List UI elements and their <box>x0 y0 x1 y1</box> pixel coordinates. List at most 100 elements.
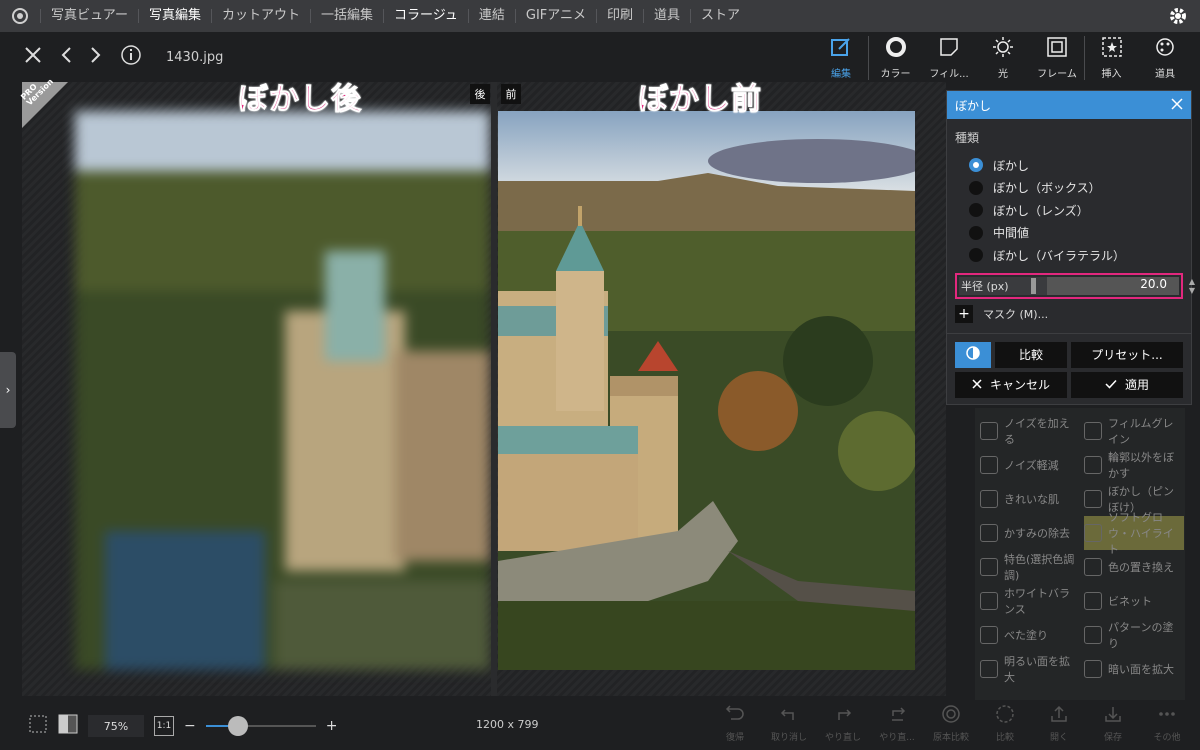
close-icon[interactable] <box>1171 97 1183 113</box>
close-icon[interactable] <box>24 46 42 68</box>
zoom-out-icon[interactable]: − <box>184 718 196 734</box>
apply-button[interactable]: 適用 <box>1071 371 1183 398</box>
cancel-button[interactable]: キャンセル <box>955 371 1067 398</box>
filter-item[interactable]: ノイズ軽減 <box>980 448 1080 482</box>
radio-box-blur[interactable]: ぼかし（ボックス） <box>955 177 1183 200</box>
original-compare-button[interactable]: 原本比較 <box>924 704 978 746</box>
app-nav-bar: 写真ビュアー 写真編集 カットアウト 一括編集 コラージュ 連結 GIFアニメ … <box>0 0 1200 32</box>
filter-item-icon <box>1084 558 1102 576</box>
light-icon <box>992 36 1014 61</box>
filter-item[interactable]: ノイズを加える <box>980 414 1080 448</box>
filter-item[interactable]: かすみの除去 <box>980 516 1080 550</box>
filter-item[interactable]: ビネット <box>1084 584 1184 618</box>
filter-item-icon <box>980 660 998 678</box>
save-button[interactable]: 保存 <box>1086 704 1140 746</box>
compare-divider[interactable] <box>491 82 497 696</box>
filter-item[interactable]: 輪郭以外をぼかす <box>1084 448 1184 482</box>
redo-all-icon <box>887 704 907 727</box>
radio-button[interactable] <box>969 248 983 263</box>
nav-photo-edit[interactable]: 写真編集 <box>137 9 211 23</box>
tool-tools[interactable]: 道具 <box>1138 36 1192 80</box>
filter-item[interactable]: ソフトグロウ・ハイライト <box>1084 511 1184 556</box>
nav-cutout[interactable]: カットアウト <box>210 9 310 23</box>
grid-icon[interactable] <box>28 714 48 738</box>
radio-button[interactable] <box>969 203 983 218</box>
image-dimensions: 1200 x 799 <box>476 718 539 731</box>
filter-item[interactable]: 特色(選択色調調) <box>980 550 1080 584</box>
radio-lens-blur[interactable]: ぼかし（レンズ） <box>955 199 1183 222</box>
nav-photo-viewer[interactable]: 写真ビュアー <box>40 9 138 23</box>
slider-thumb[interactable] <box>1031 277 1036 294</box>
filter-item[interactable]: 暗い面を拡大 <box>1084 652 1184 686</box>
filter-item[interactable]: きれいな肌 <box>980 482 1080 516</box>
zoom-slider[interactable] <box>205 716 316 736</box>
filter-item-icon <box>1084 660 1102 678</box>
chevron-right-icon[interactable] <box>90 46 102 68</box>
preset-button[interactable]: プリセット... <box>1071 341 1183 368</box>
nav-store[interactable]: ストア <box>690 9 750 23</box>
nav-tools[interactable]: 道具 <box>643 9 690 23</box>
radio-button[interactable] <box>969 180 983 195</box>
stepper-icon[interactable]: ▲ ▼ <box>1189 277 1195 295</box>
open-icon <box>1049 704 1069 727</box>
filter-item-icon <box>1084 626 1102 644</box>
info-icon[interactable] <box>120 44 142 70</box>
more-button[interactable]: その他 <box>1140 704 1194 746</box>
actual-size-button[interactable]: 1:1 <box>154 716 174 736</box>
gear-icon[interactable] <box>1168 6 1188 30</box>
caption-after: ぼかし後 <box>238 82 362 118</box>
redo-all-button[interactable]: やり直... <box>870 704 924 746</box>
radio-button[interactable] <box>969 158 983 173</box>
filter-item[interactable]: 色の置き換え <box>1084 550 1184 584</box>
undo-button[interactable]: 取り消し <box>762 704 816 746</box>
zoom-slider-knob[interactable] <box>227 716 248 736</box>
tool-light[interactable]: 光 <box>976 36 1030 80</box>
chevron-left-icon[interactable] <box>60 46 72 68</box>
nav-print[interactable]: 印刷 <box>596 9 643 23</box>
before-tag: 前 <box>501 84 521 104</box>
compare-button[interactable]: 比較 <box>995 341 1067 368</box>
background-icon[interactable] <box>58 714 78 738</box>
open-button[interactable]: 開く <box>1032 704 1086 746</box>
plus-icon[interactable]: + <box>955 304 973 323</box>
radio-median[interactable]: 中間値 <box>955 222 1183 245</box>
mask-row[interactable]: + マスク (M)... <box>955 304 1183 323</box>
revert-icon <box>725 704 745 727</box>
split-compare-button[interactable] <box>955 341 991 368</box>
filter-item[interactable]: パターンの塗り <box>1084 618 1184 652</box>
filter-item[interactable]: ホワイトバランス <box>980 584 1080 618</box>
redo-button[interactable]: やり直し <box>816 704 870 746</box>
zoom-in-icon[interactable]: + <box>326 718 338 734</box>
photo-after-blur <box>75 111 490 670</box>
filter-item-icon <box>1084 524 1102 542</box>
save-icon <box>1103 704 1123 727</box>
nav-collage[interactable]: コラージュ <box>383 9 468 23</box>
tool-frame[interactable]: フレーム <box>1030 36 1084 80</box>
zoom-level[interactable]: 75% <box>88 715 144 737</box>
nav-batch-edit[interactable]: 一括編集 <box>310 9 383 23</box>
radius-slider[interactable]: 半径 (px) 20.0 ▲ ▼ <box>955 272 1195 299</box>
filter-item-icon <box>980 626 998 644</box>
tool-insert[interactable]: 挿入 <box>1084 36 1138 80</box>
radius-label: 半径 (px) <box>961 279 1009 293</box>
tool-filter[interactable]: フィル... <box>922 36 976 80</box>
filter-item[interactable]: フィルムグレイン <box>1084 414 1184 448</box>
sidebar-toggle[interactable]: › <box>0 352 16 428</box>
color-icon <box>885 36 907 61</box>
radio-button[interactable] <box>969 225 983 240</box>
filter-item[interactable]: 明るい面を拡大 <box>980 652 1080 686</box>
app-logo-icon[interactable] <box>0 0 40 32</box>
file-name: 1430.jpg <box>166 49 224 65</box>
filter-item-icon <box>1084 422 1102 440</box>
revert-button[interactable]: 復帰 <box>708 704 762 746</box>
tool-edit[interactable]: 編集 <box>814 36 868 80</box>
radius-value[interactable]: 20.0 <box>1140 277 1167 291</box>
compare-view-button[interactable]: 比較 <box>978 704 1032 746</box>
filter-item[interactable]: べた塗り <box>980 618 1080 652</box>
tool-color[interactable]: カラー <box>868 36 922 80</box>
radio-bilateral-blur[interactable]: ぼかし（バイラテラル） <box>955 244 1183 267</box>
nav-combine[interactable]: 連結 <box>467 9 515 23</box>
radio-blur[interactable]: ぼかし <box>955 154 1183 177</box>
close-icon <box>972 378 982 392</box>
nav-gif[interactable]: GIFアニメ <box>514 9 596 23</box>
